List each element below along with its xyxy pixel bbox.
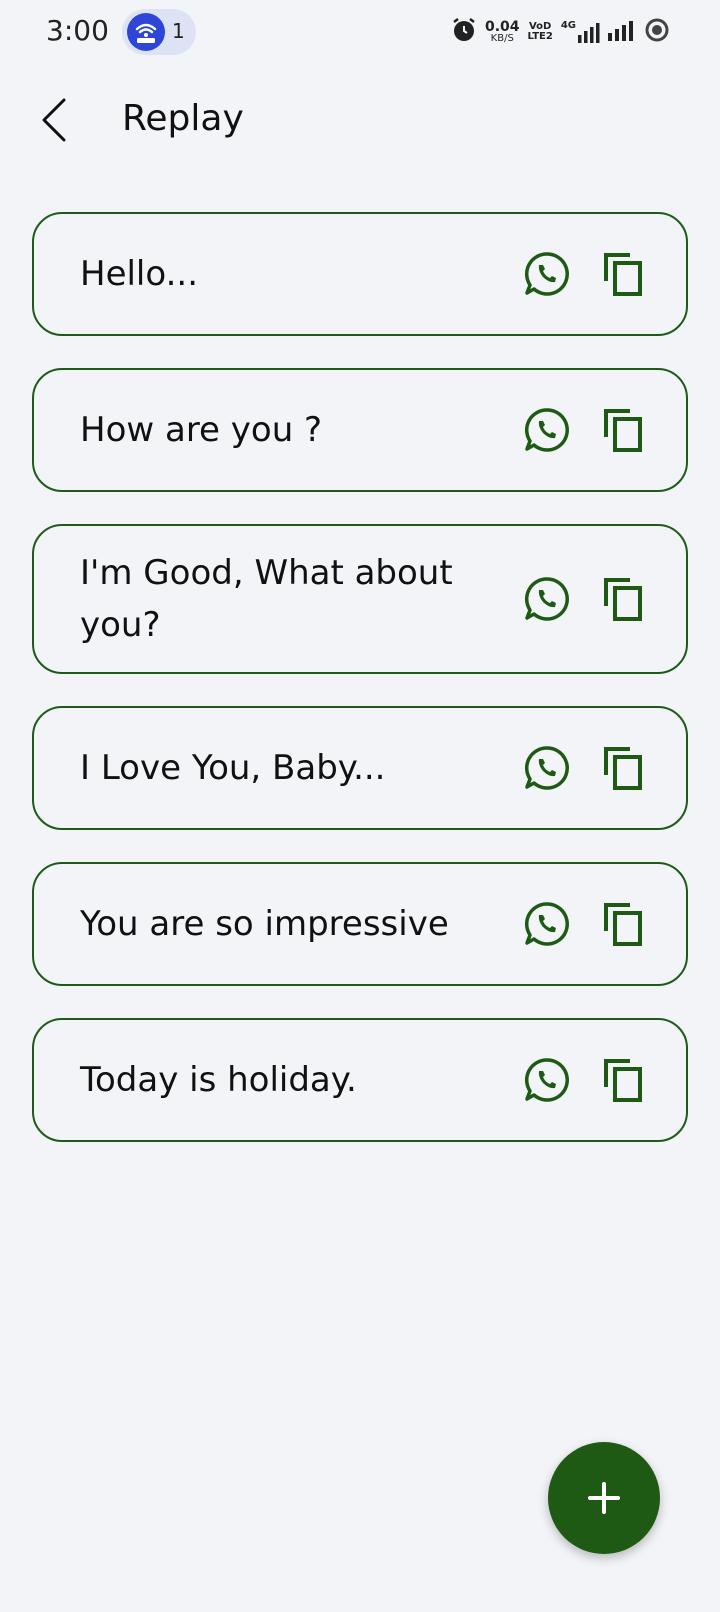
network-type-label: 4G <box>560 20 576 31</box>
signal-1-icon <box>578 23 600 43</box>
whatsapp-icon[interactable] <box>524 576 570 622</box>
volte-label-bottom: LTE2 <box>527 31 553 42</box>
add-reply-button[interactable] <box>548 1442 660 1554</box>
whatsapp-icon[interactable] <box>524 251 570 297</box>
status-bar: 3:00 1 0.04 KB/S VoD LTE2 4G <box>0 0 720 64</box>
status-time: 3:00 <box>46 14 109 47</box>
reply-text: Today is holiday. <box>80 1060 357 1100</box>
plus-icon <box>588 1482 620 1514</box>
reply-card[interactable]: How are you ? <box>32 368 688 492</box>
back-button[interactable] <box>36 94 76 146</box>
net-speed-value: 0.04 <box>484 19 520 35</box>
copy-icon[interactable] <box>602 407 644 453</box>
copy-icon[interactable] <box>602 745 644 791</box>
reply-card[interactable]: You are so impressive <box>32 862 688 986</box>
whatsapp-icon[interactable] <box>524 1057 570 1103</box>
reply-text: I Love You, Baby... <box>80 748 386 788</box>
hotspot-indicator: 1 <box>122 9 196 55</box>
whatsapp-icon[interactable] <box>524 407 570 453</box>
copy-icon[interactable] <box>602 901 644 947</box>
reply-text: I'm Good, What about you? <box>80 553 453 645</box>
signal-2-icon <box>608 19 636 45</box>
hotspot-count: 1 <box>172 19 185 43</box>
reply-card[interactable]: I'm Good, What about you? <box>32 524 688 674</box>
battery-ring-icon <box>644 17 670 47</box>
net-speed-unit: KB/S <box>490 33 514 44</box>
page-title: Replay <box>122 98 244 139</box>
reply-text: You are so impressive <box>80 904 449 944</box>
volte-indicator: VoD LTE2 <box>528 22 553 42</box>
whatsapp-icon[interactable] <box>524 901 570 947</box>
reply-text: How are you ? <box>80 410 323 450</box>
reply-card[interactable]: I Love You, Baby... <box>32 706 688 830</box>
whatsapp-icon[interactable] <box>524 745 570 791</box>
status-icons: 0.04 KB/S VoD LTE2 4G <box>451 14 670 50</box>
reply-text: Hello... <box>80 254 199 294</box>
app-bar: Replay <box>0 80 720 160</box>
hotspot-icon <box>127 13 165 51</box>
reply-card[interactable]: Today is holiday. <box>32 1018 688 1142</box>
copy-icon[interactable] <box>602 251 644 297</box>
copy-icon[interactable] <box>602 576 644 622</box>
reply-list: Hello... How are you ? I'm Good, What ab… <box>32 212 688 1174</box>
alarm-icon <box>451 17 477 47</box>
net-speed: 0.04 KB/S <box>485 20 520 44</box>
copy-icon[interactable] <box>602 1057 644 1103</box>
network-type-indicator: 4G <box>561 21 600 43</box>
back-arrow-icon <box>42 98 66 142</box>
reply-card[interactable]: Hello... <box>32 212 688 336</box>
